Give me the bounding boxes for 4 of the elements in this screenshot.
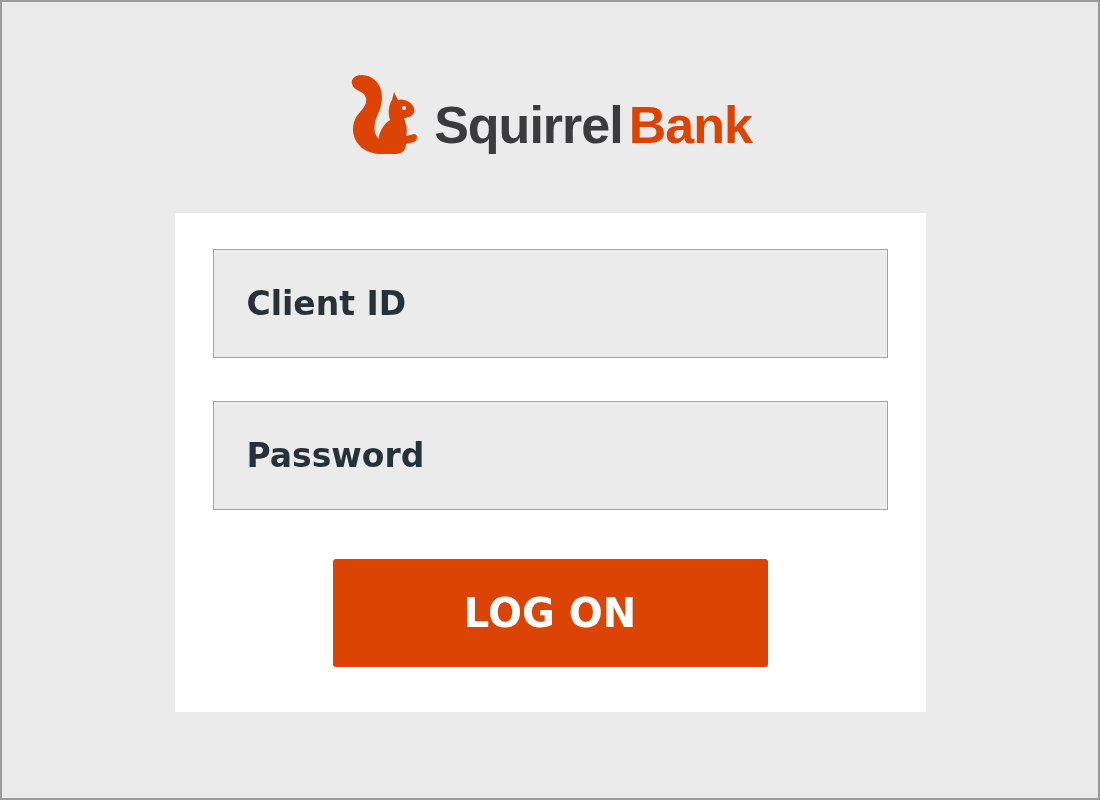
client-id-field[interactable]: Client ID: [212, 249, 888, 358]
log-on-button[interactable]: LOG ON: [332, 559, 768, 667]
logo-text-accent: Bank: [628, 99, 752, 151]
password-field[interactable]: Password: [212, 401, 888, 510]
